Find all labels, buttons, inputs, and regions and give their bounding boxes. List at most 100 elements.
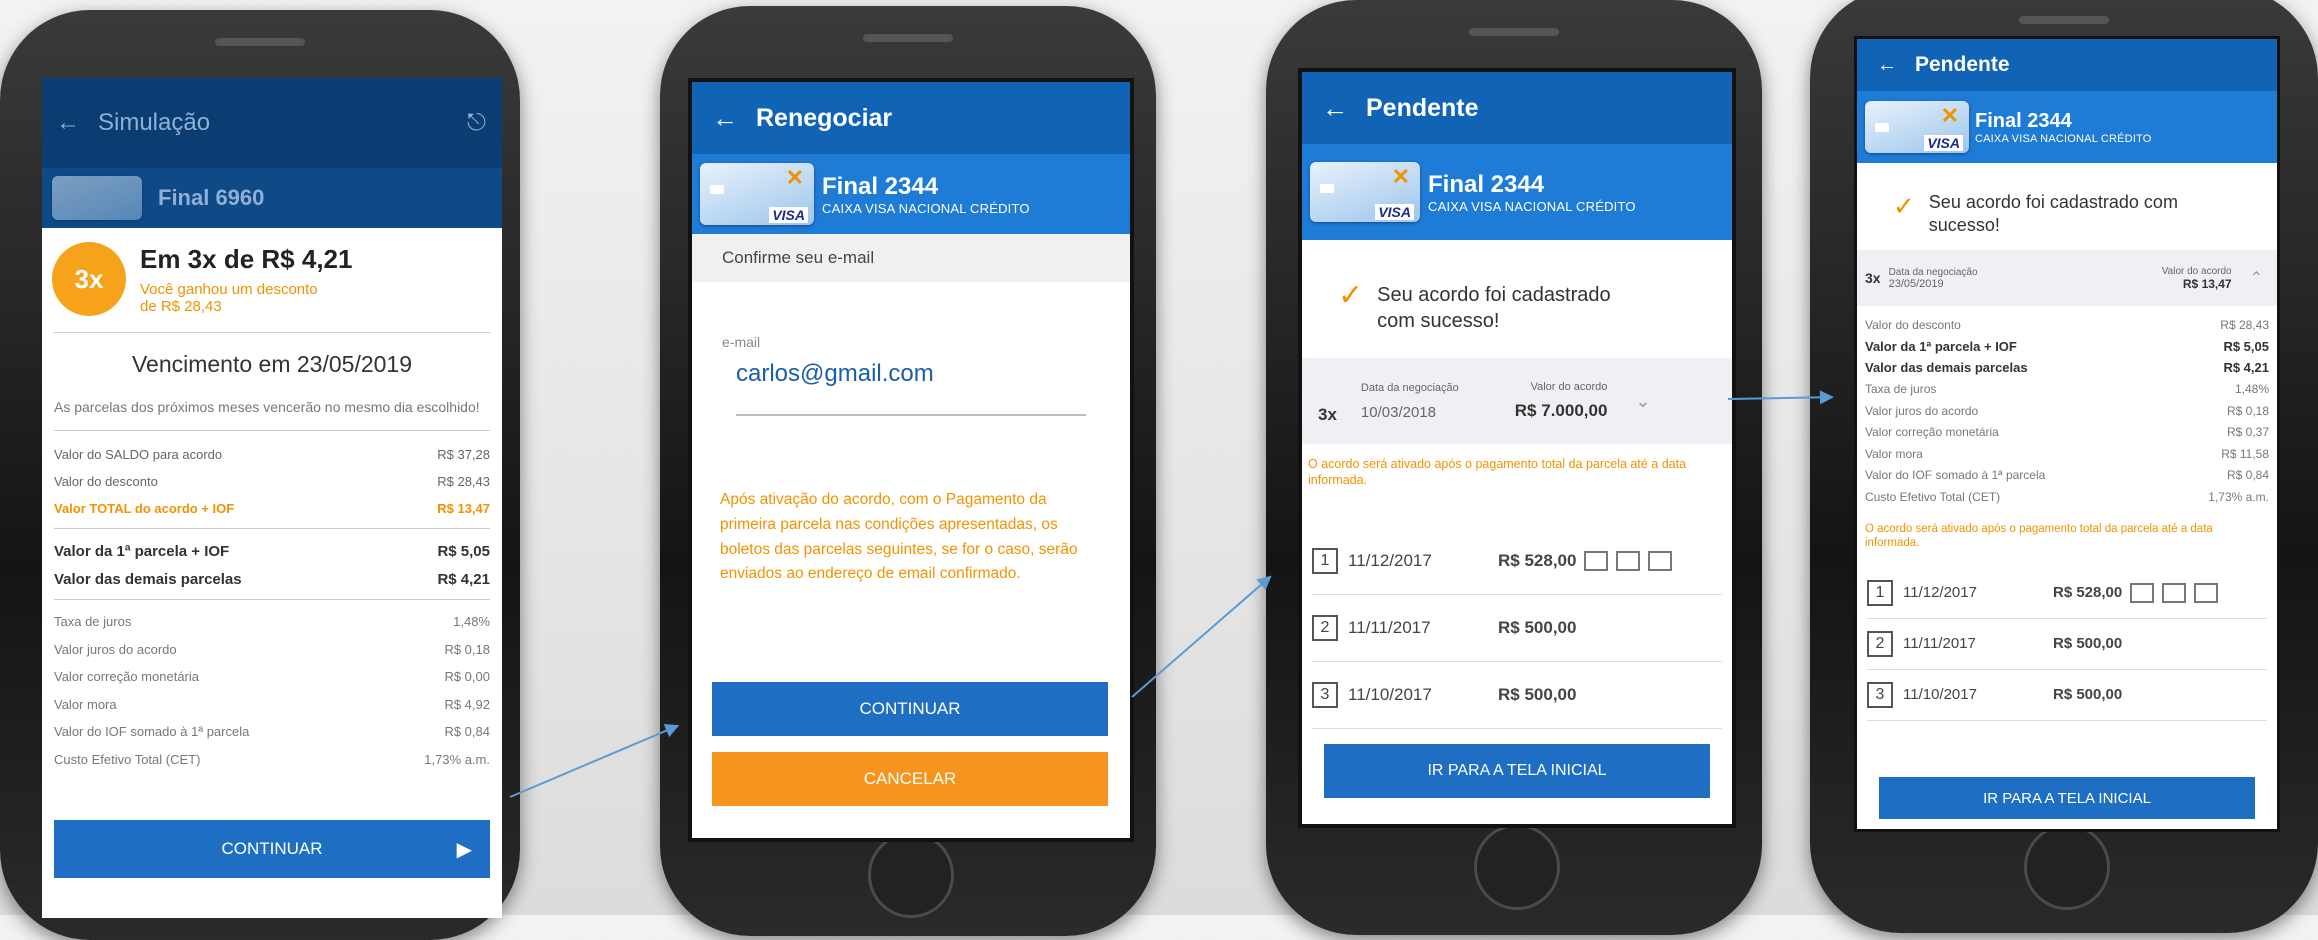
detail-value: R$ 5,05 bbox=[437, 542, 490, 560]
detail-value: R$ 0,37 bbox=[2226, 425, 2269, 440]
installments: 3x bbox=[1865, 270, 1881, 286]
dim-header: ← Simulação ⎋ bbox=[42, 78, 502, 168]
detail-label: Valor mora bbox=[54, 696, 117, 712]
installment-date: 11/10/2017 bbox=[1348, 685, 1432, 704]
rows-detalhes: Taxa de juros 1,48% Valor juros do acordo R… bbox=[54, 608, 490, 773]
chevron-up-icon[interactable]: ⌃ bbox=[2250, 268, 2263, 288]
email-icon[interactable] bbox=[2162, 582, 2187, 603]
email-value: carlos@gmail.com bbox=[736, 360, 934, 387]
detail-row: Valor das demais parcelas R$ 4,21 bbox=[1865, 357, 2269, 379]
detail-value: R$ 4,21 bbox=[437, 570, 490, 588]
continue-button[interactable]: CONTINUAR bbox=[712, 682, 1108, 736]
detail-row: Valor juros do acordo R$ 0,18 bbox=[54, 636, 490, 664]
chevron-down-icon[interactable]: ⌄ bbox=[1635, 391, 1650, 412]
installment-row[interactable]: 1 11/12/2017 R$ 528,00 bbox=[1312, 528, 1722, 595]
home-button[interactable] bbox=[868, 832, 954, 918]
detail-row: Taxa de juros 1,48% bbox=[1865, 379, 2269, 401]
card-band: ✕ VISA Final 2344 CAIXA VISA NACIONAL CRÉ… bbox=[1857, 91, 2277, 163]
cancel-button[interactable]: CANCELAR bbox=[712, 752, 1108, 806]
back-arrow-icon[interactable]: ← bbox=[712, 103, 738, 134]
warning-text: O acordo será ativado após o pagamento t… bbox=[1865, 522, 2213, 549]
detail-label: Valor correção monetária bbox=[1865, 425, 1999, 440]
detail-value: R$ 0,00 bbox=[444, 669, 490, 685]
barcode-icon[interactable] bbox=[2130, 582, 2155, 603]
detail-label: Custo Efetivo Total (CET) bbox=[1865, 489, 2001, 504]
installment-row[interactable]: 3 11/10/2017 R$ 500,00 bbox=[1867, 670, 2267, 721]
detail-row: Valor TOTAL do acordo + IOF R$ 13,47 bbox=[54, 495, 490, 522]
detail-row: Valor das demais parcelas R$ 4,21 bbox=[54, 565, 490, 593]
email-field[interactable]: e-mail carlos@gmail.com bbox=[722, 334, 1086, 416]
card-icon[interactable] bbox=[2194, 582, 2219, 603]
installment-row[interactable]: 2 11/11/2017 R$ 500,00 bbox=[1867, 619, 2267, 670]
detail-row: Valor do IOF somado à 1ª parcela R$ 0,84 bbox=[1865, 465, 2269, 487]
home-button[interactable] bbox=[1474, 824, 1560, 910]
installment-number: 2 bbox=[1867, 630, 1893, 657]
header: ← Renegociar bbox=[692, 82, 1130, 154]
detail-row: Valor do IOF somado à 1ª parcela R$ 0,84 bbox=[54, 718, 490, 746]
confirm-label: Confirme seu e-mail bbox=[692, 234, 1130, 282]
date-label: Data da negociação bbox=[1888, 266, 1978, 278]
date-label: Data da negociação bbox=[1360, 381, 1459, 394]
agreement-summary[interactable]: 3x Data da negociação 23/05/2019 Valor d… bbox=[1857, 250, 2277, 306]
installment-row[interactable]: 2 11/11/2017 R$ 500,00 bbox=[1312, 595, 1722, 662]
email-icon[interactable] bbox=[1616, 551, 1641, 571]
installment-date: 11/12/2017 bbox=[1903, 584, 1977, 601]
amount-label: Valor do acordo bbox=[2161, 265, 2232, 277]
rows-saldo: Valor do SALDO para acordo R$ 37,28 Valor … bbox=[54, 441, 490, 522]
card-band: ✕ VISA Final 2344 CAIXA VISA NACIONAL CRÉ… bbox=[1302, 144, 1732, 240]
due-date: Vencimento em 23/05/2019 bbox=[131, 351, 413, 377]
home-screen-button[interactable]: IR PARA A TELA INICIAL bbox=[1879, 777, 2255, 819]
back-arrow-icon[interactable]: ← bbox=[56, 109, 80, 137]
date-value: 10/03/2018 bbox=[1360, 403, 1436, 421]
detail-value: R$ 0,84 bbox=[2226, 468, 2269, 483]
phone-2: ← Renegociar ✕ VISA Final 2344 CAIXA VISA… bbox=[660, 6, 1156, 936]
installment-list: 1 11/12/2017 R$ 528,00 2 11/11/2017 R$ 500,00… bbox=[1857, 568, 2277, 721]
check-icon: ✓ bbox=[1893, 191, 1915, 221]
installments: 3x bbox=[1318, 405, 1337, 424]
email-label: e-mail bbox=[722, 334, 761, 350]
card-band: ✕ VISA Final 2344 CAIXA VISA NACIONAL CRÉ… bbox=[692, 154, 1130, 234]
info-text: Após ativação do acordo, com o Pagamento… bbox=[720, 491, 1078, 583]
home-screen-button[interactable]: IR PARA A TELA INICIAL bbox=[1324, 744, 1710, 798]
barcode-icon[interactable] bbox=[1584, 551, 1609, 571]
installment-date: 11/11/2017 bbox=[1348, 618, 1431, 637]
installment-number: 3 bbox=[1312, 682, 1338, 708]
installment-number: 1 bbox=[1312, 548, 1338, 574]
detail-label: Valor TOTAL do acordo + IOF bbox=[54, 501, 235, 517]
detail-label: Valor das demais parcelas bbox=[54, 570, 242, 588]
success-message: Seu acordo foi cadastrado com sucesso! bbox=[1928, 192, 2178, 235]
agreement-summary[interactable]: 3x Data da negociação 10/03/2018 Valor d… bbox=[1302, 358, 1732, 444]
detail-label: Valor do desconto bbox=[54, 474, 158, 490]
installment-value: R$ 528,00 bbox=[1498, 551, 1577, 570]
detail-label: Taxa de juros bbox=[54, 614, 132, 630]
rows-parcelas: Valor da 1ª parcela + IOF R$ 5,05 Valor da… bbox=[54, 537, 490, 593]
installment-row[interactable]: 1 11/12/2017 R$ 528,00 bbox=[1867, 568, 2267, 619]
card-icon[interactable] bbox=[1648, 551, 1673, 571]
detail-label: Valor juros do acordo bbox=[1865, 403, 1979, 418]
continue-button[interactable]: CONTINUAR ▶ bbox=[54, 820, 490, 878]
detail-row: Valor da 1ª parcela + IOF R$ 5,05 bbox=[1865, 336, 2269, 358]
header-title: Renegociar bbox=[756, 103, 893, 132]
detail-label: Valor do desconto bbox=[1865, 317, 1961, 332]
detail-row: Valor do desconto R$ 28,43 bbox=[1865, 314, 2269, 336]
back-arrow-icon[interactable]: ← bbox=[1322, 93, 1348, 124]
home-button[interactable] bbox=[2024, 824, 2110, 910]
installment-row[interactable]: 3 11/10/2017 R$ 500,00 bbox=[1312, 662, 1722, 729]
date-value: 23/05/2019 bbox=[1888, 277, 1944, 290]
header-title: Pendente bbox=[1915, 53, 2010, 76]
installment-date: 11/12/2017 bbox=[1348, 551, 1432, 570]
header: ← Pendente bbox=[1857, 39, 2277, 91]
amount-value: R$ 13,47 bbox=[2182, 276, 2232, 291]
header-title: Simulação bbox=[98, 109, 211, 136]
back-arrow-icon[interactable]: ← bbox=[1877, 54, 1897, 77]
screen-pendente-detalhe: ← Pendente ✕ VISA Final 2344 CAIXA VISA N… bbox=[1854, 36, 2280, 832]
detail-rows: Valor do desconto R$ 28,43 Valor da 1ª par… bbox=[1865, 314, 2269, 508]
flow-arrow-1 bbox=[509, 724, 678, 798]
detail-label: Valor da 1ª parcela + IOF bbox=[54, 542, 230, 560]
card-image bbox=[52, 176, 142, 220]
exit-icon[interactable]: ⎋ bbox=[467, 109, 486, 137]
detail-value: R$ 11,58 bbox=[2221, 446, 2269, 461]
installment-number: 3 bbox=[1867, 681, 1893, 708]
continue-label: CONTINUAR bbox=[221, 839, 323, 858]
screen-pendente: ← Pendente ✕ VISA Final 2344 CAIXA VISA N… bbox=[1298, 68, 1736, 828]
